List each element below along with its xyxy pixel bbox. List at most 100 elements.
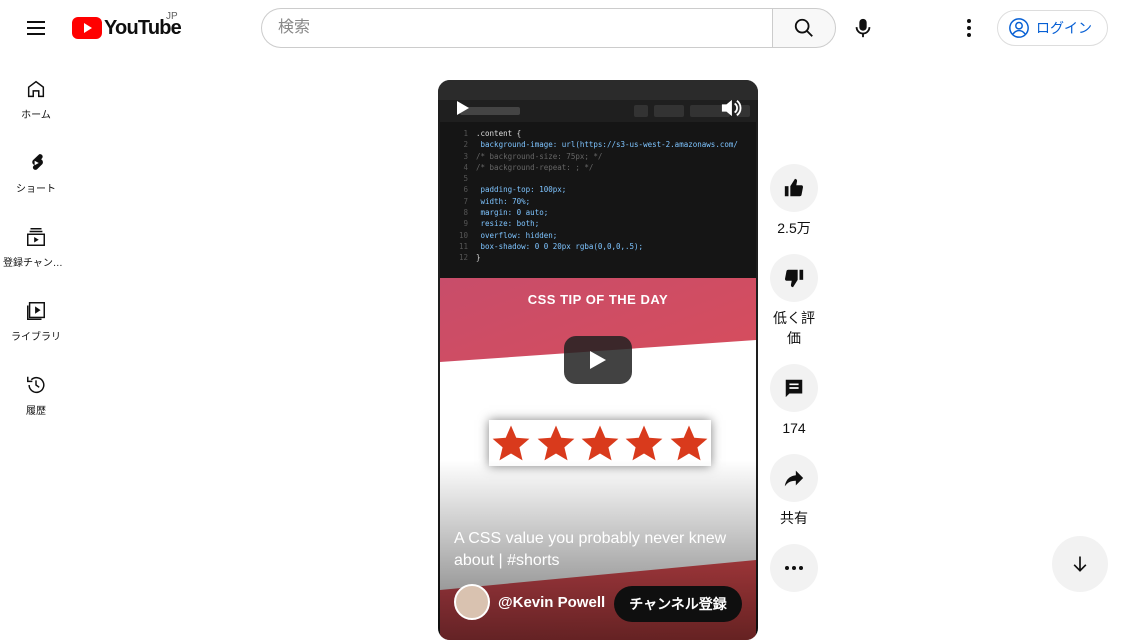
comment-count: 174 — [782, 420, 806, 436]
line-number: 10 — [458, 230, 468, 240]
video-title[interactable]: A CSS value you probably never knew abou… — [454, 528, 734, 572]
thumbs-up-icon — [784, 178, 804, 197]
sidebar-item-shorts[interactable]: ショート — [0, 130, 72, 204]
volume-icon — [721, 99, 742, 117]
line-number: 3 — [463, 151, 468, 161]
voice-search-button[interactable] — [843, 8, 883, 48]
like-button[interactable] — [770, 164, 818, 212]
search-input[interactable] — [261, 8, 772, 48]
code-text: box-shadow: 0 0 20px rgba(0,0,0,.5); — [476, 241, 644, 251]
youtube-logo[interactable]: YouTube JP — [72, 11, 182, 40]
more-action — [770, 544, 818, 592]
code-text: padding-top: 100px; — [476, 185, 567, 195]
code-line: 2 background-image: url(https://s3-us-we… — [446, 139, 756, 150]
sidebar-item-label: 登録チャンネル — [3, 258, 69, 269]
sign-in-label: ログイン — [1036, 20, 1092, 36]
microphone-icon — [855, 18, 871, 38]
video-frame-code-editor: 1 .content {2 background-image: url(https… — [440, 100, 756, 280]
region-code: JP — [166, 11, 178, 22]
sign-in-button[interactable]: ログイン — [997, 10, 1108, 46]
code-text: width: 70%; — [476, 196, 531, 206]
channel-name[interactable]: @Kevin Powell — [498, 594, 605, 611]
mute-button[interactable] — [720, 98, 742, 123]
play-icon — [457, 101, 469, 115]
line-number: 8 — [463, 208, 468, 218]
line-number: 1 — [463, 129, 468, 138]
code-line: 4 /* background-repeat: ; */ — [446, 162, 756, 173]
more-actions-button[interactable] — [770, 544, 818, 592]
menu-button[interactable] — [16, 8, 56, 48]
code-text: overflow: hidden; — [476, 230, 558, 240]
arrow-down-icon — [1073, 556, 1087, 572]
code-text: margin: 0 auto; — [476, 208, 549, 218]
sidebar-item-history[interactable]: 履歴 — [0, 352, 72, 426]
like-count: 2.5万 — [777, 220, 811, 236]
line-number: 11 — [458, 241, 468, 251]
history-icon — [27, 376, 45, 394]
settings-menu-button[interactable] — [949, 8, 989, 48]
comment-icon — [785, 379, 803, 398]
library-icon — [27, 302, 45, 320]
large-play-button[interactable] — [564, 336, 632, 384]
code-line: 12} — [446, 252, 756, 263]
code-text: /* background-size: 75px; */ — [476, 151, 603, 161]
star-icon — [670, 425, 708, 461]
code-line: 6 padding-top: 100px; — [446, 184, 756, 195]
search-button[interactable] — [772, 8, 836, 48]
code-line: 8 margin: 0 auto; — [446, 207, 756, 218]
dislike-action: 低く評価 — [770, 254, 818, 348]
sidebar-item-home[interactable]: ホーム — [0, 56, 72, 130]
sidebar-item-label: ライブラリ — [11, 332, 61, 343]
code-line: 7 width: 70%; — [446, 196, 756, 207]
home-icon — [27, 80, 45, 98]
channel-info: @Kevin Powell — [454, 584, 605, 620]
account-icon — [1009, 18, 1029, 38]
line-number: 7 — [463, 196, 468, 206]
line-number: 12 — [458, 253, 468, 263]
code-line: 5 — [446, 173, 756, 184]
star-icon — [581, 425, 619, 461]
code-text: background-image: url(https://s3-us-west… — [476, 140, 738, 150]
line-number: 6 — [463, 185, 468, 195]
share-icon — [784, 470, 804, 487]
share-button[interactable] — [770, 454, 818, 502]
mini-guide: ホーム ショート 登録チャンネル ライブラリ 履歴 — [0, 56, 72, 426]
subscribe-button[interactable]: チャンネル登録 — [614, 586, 742, 622]
line-number: 9 — [463, 219, 468, 229]
code-line: 11 box-shadow: 0 0 20px rgba(0,0,0,.5); — [446, 241, 756, 252]
like-action: 2.5万 — [770, 164, 818, 238]
action-bar: 2.5万 低く評価 174 共有 — [770, 164, 818, 608]
code-line: 9 resize: both; — [446, 218, 756, 229]
star-icon — [625, 425, 663, 461]
line-number: 5 — [463, 174, 468, 184]
comments-button[interactable] — [770, 364, 818, 412]
code-line: 10 overflow: hidden; — [446, 230, 756, 241]
hamburger-icon — [27, 21, 45, 35]
code-line: 3 /* background-size: 75px; */ — [446, 151, 756, 162]
search-icon — [794, 18, 813, 37]
sidebar-item-library[interactable]: ライブラリ — [0, 278, 72, 352]
line-number: 2 — [463, 140, 468, 150]
youtube-play-logo-icon — [72, 17, 102, 39]
tip-title: CSS TIP OF THE DAY — [527, 292, 669, 307]
share-action: 共有 — [770, 454, 818, 528]
dislike-label: 低く評価 — [773, 310, 815, 346]
code-text: .content { — [476, 129, 522, 138]
shorts-video-player[interactable]: 1 .content {2 background-image: url(https… — [438, 80, 758, 640]
video-frame-browser-chrome — [438, 80, 758, 100]
more-vertical-icon — [967, 19, 971, 37]
dislike-button[interactable] — [770, 254, 818, 302]
next-video-button[interactable] — [1052, 536, 1108, 592]
shorts-icon — [32, 154, 43, 170]
search-bar — [261, 8, 836, 48]
sidebar-item-subscriptions[interactable]: 登録チャンネル — [0, 204, 72, 278]
subscriptions-icon — [27, 228, 45, 246]
code-line: 1 .content { — [446, 128, 756, 139]
star-icon — [492, 425, 530, 461]
sidebar-item-label: ホーム — [21, 110, 51, 121]
play-toggle-button[interactable] — [456, 100, 470, 121]
channel-avatar[interactable] — [454, 584, 490, 620]
line-number: 4 — [463, 162, 468, 172]
share-label: 共有 — [780, 510, 808, 526]
code-text: } — [476, 253, 481, 263]
